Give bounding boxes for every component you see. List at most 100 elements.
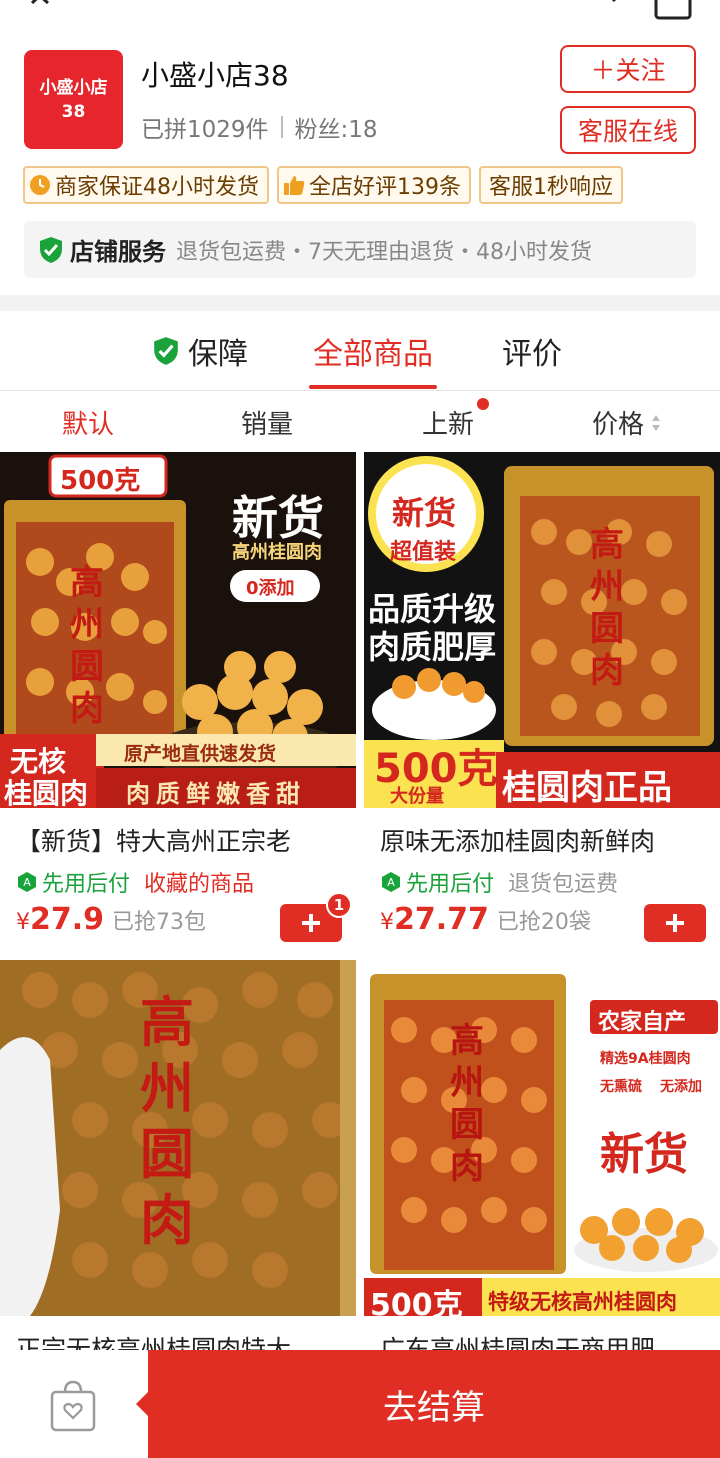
shop-service-title: 店铺服务 [70, 238, 166, 266]
follow-button[interactable]: ＋关注 [560, 45, 696, 93]
pay-later-icon: A [18, 872, 36, 892]
shield-check-icon [154, 336, 178, 365]
top-bar [0, 0, 720, 30]
image-bag-text: 高州圆肉 [140, 991, 194, 1252]
product-title[interactable]: 广东高州桂圆肉干商用肥 [380, 1330, 710, 1350]
badge-label: 客服1秒响应 [489, 175, 613, 200]
shop-service-bar[interactable]: 店铺服务 退货包运费・7天无理由退货・48小时发货 [24, 221, 696, 278]
image-weight-label: 500克 [60, 466, 141, 496]
tab-reviews[interactable]: 评价 [502, 311, 562, 391]
image-tag-nosulfur: 无熏硫 [600, 1079, 642, 1095]
pay-later-tag: A 先用后付 [380, 866, 494, 898]
sort-arrows-icon [652, 414, 661, 431]
store-logo-line1: 小盛小店 [39, 77, 108, 98]
product-title[interactable]: 【新货】特大高州正宗老 [16, 822, 346, 858]
image-bar: 特级无核高州桂圆肉 [488, 1290, 677, 1314]
pay-later-label: 先用后付 [42, 872, 131, 897]
cart-count-badge: 1 [326, 892, 352, 918]
product-sold-count: 已抢73包 [112, 910, 207, 935]
image-tag-grade: 精选9A桂圆肉 [600, 1051, 691, 1067]
sort-price-label: 价格 [592, 410, 645, 440]
add-to-cart-button[interactable] [644, 904, 706, 942]
badge-label: 全店好评139条 [309, 175, 461, 200]
badge-fast-response[interactable]: 客服1秒响应 [479, 166, 623, 204]
image-bar: 桂圆肉正品 [502, 768, 672, 808]
image-subtitle: 高州桂圆肉 [232, 542, 322, 563]
image-weight: 500克 [370, 1288, 463, 1316]
product-card[interactable]: 高州圆肉 正宗无核高州桂圆肉特大 [0, 960, 356, 1350]
image-badge-line1: 新货 [392, 494, 457, 532]
clock-icon [30, 175, 50, 195]
store-logo[interactable]: 小盛小店 38 [24, 50, 123, 149]
store-tabs: 保障 全部商品 评价 [0, 311, 720, 391]
pay-later-icon: A [382, 872, 400, 892]
sort-sales[interactable]: 销量 [241, 404, 293, 441]
store-sold-count: 已拼1029件 [141, 117, 269, 143]
price-row: ¥ 27.9 已抢73包 [16, 902, 206, 937]
image-bar-bottom: 肉质鲜嫩香甜 [126, 780, 306, 808]
product-card[interactable]: 500克 新货 高州桂圆肉 0添加 高州圆肉 无核 桂圆肉 原产地直供速发货 肉… [0, 452, 356, 952]
sort-default[interactable]: 默认 [62, 404, 114, 441]
section-divider [0, 295, 720, 311]
tab-all-products[interactable]: 全部商品 [309, 311, 437, 391]
product-price: 27.77 [394, 902, 489, 937]
tab-label: 保障 [188, 336, 248, 372]
plus-icon [302, 914, 320, 932]
price-row: ¥ 27.77 已抢20袋 [380, 902, 591, 937]
search-icon[interactable] [576, 0, 616, 20]
customer-service-button[interactable]: 客服在线 [560, 106, 696, 154]
image-tag-farm: 农家自产 [598, 1010, 687, 1035]
sort-new[interactable]: 上新 [422, 404, 474, 441]
image-corner-line2: 桂圆肉 [4, 777, 89, 808]
store-logo-line2: 38 [61, 101, 86, 122]
product-image[interactable]: 500克 新货 高州桂圆肉 0添加 高州圆肉 无核 桂圆肉 原产地直供速发货 肉… [0, 452, 356, 808]
bottom-bar: 去结算 [0, 1350, 720, 1458]
shopping-bag-icon[interactable] [48, 1378, 98, 1432]
product-tags: A 先用后付 收藏的商品 [16, 866, 254, 898]
product-card[interactable]: 新货 超值装 品质升级 肉质肥厚 高州圆肉 500克 大份量 桂圆肉正品 原味无… [364, 452, 720, 952]
sort-bar: 默认 销量 上新 价格 [0, 392, 720, 450]
pay-later-label: 先用后付 [406, 872, 495, 897]
image-zero-added: 0添加 [246, 578, 295, 599]
product-title[interactable]: 原味无添加桂圆肉新鲜肉 [380, 822, 710, 858]
image-bar-top: 原产地直供速发货 [124, 743, 277, 765]
product-sold-count: 已抢20袋 [496, 910, 591, 935]
image-headline: 新货 [600, 1129, 688, 1180]
svg-text:A: A [23, 876, 31, 889]
product-image[interactable]: 高州圆肉 [0, 960, 356, 1316]
plus-icon [666, 914, 684, 932]
share-icon[interactable] [654, 0, 692, 20]
image-tag-noadd: 无添加 [660, 1079, 702, 1095]
favorited-tag: 收藏的商品 [144, 872, 255, 897]
product-price: 27.9 [30, 902, 105, 937]
divider [280, 116, 283, 138]
store-badges: 商家保证48小时发货 全店好评139条 客服1秒响应 [23, 166, 623, 204]
store-fans-count: 粉丝:18 [294, 117, 378, 143]
tab-guarantee[interactable]: 保障 [152, 311, 248, 391]
price-symbol: ¥ [380, 910, 394, 935]
checkout-button[interactable]: 去结算 [136, 1350, 720, 1458]
free-return-tag: 退货包运费 [508, 872, 619, 897]
badge-good-reviews[interactable]: 全店好评139条 [277, 166, 471, 204]
product-image[interactable]: 新货 超值装 品质升级 肉质肥厚 高州圆肉 500克 大份量 桂圆肉正品 [364, 452, 720, 808]
image-line2: 肉质肥厚 [368, 628, 497, 666]
image-bag-text: 高州圆肉 [450, 1021, 484, 1187]
product-card[interactable]: 农家自产 精选9A桂圆肉 无熏硫 无添加 新货 高州圆肉 500克 特级无核高州… [364, 960, 720, 1350]
store-stats: 已拼1029件 粉丝:18 [141, 110, 378, 144]
store-name: 小盛小店38 [141, 59, 289, 92]
sort-price[interactable]: 价格 [592, 404, 662, 441]
tab-label: 评价 [502, 336, 562, 372]
product-image[interactable]: 农家自产 精选9A桂圆肉 无熏硫 无添加 新货 高州圆肉 500克 特级无核高州… [364, 960, 720, 1316]
image-weight-sub: 大份量 [390, 786, 444, 807]
back-arrow-icon[interactable] [22, 0, 56, 20]
badge-label: 商家保证48小时发货 [55, 175, 259, 200]
tab-label: 全部商品 [313, 336, 433, 372]
image-bag-text: 高州圆肉 [590, 525, 624, 691]
product-title[interactable]: 正宗无核高州桂圆肉特大 [16, 1330, 346, 1350]
badge-shipping-guarantee[interactable]: 商家保证48小时发货 [23, 166, 269, 204]
image-bag-text: 高州圆肉 [70, 563, 104, 729]
new-indicator-dot [477, 398, 489, 410]
thumbs-up-icon [284, 176, 305, 195]
svg-text:A: A [387, 876, 395, 889]
pay-later-tag: A 先用后付 [16, 866, 130, 898]
